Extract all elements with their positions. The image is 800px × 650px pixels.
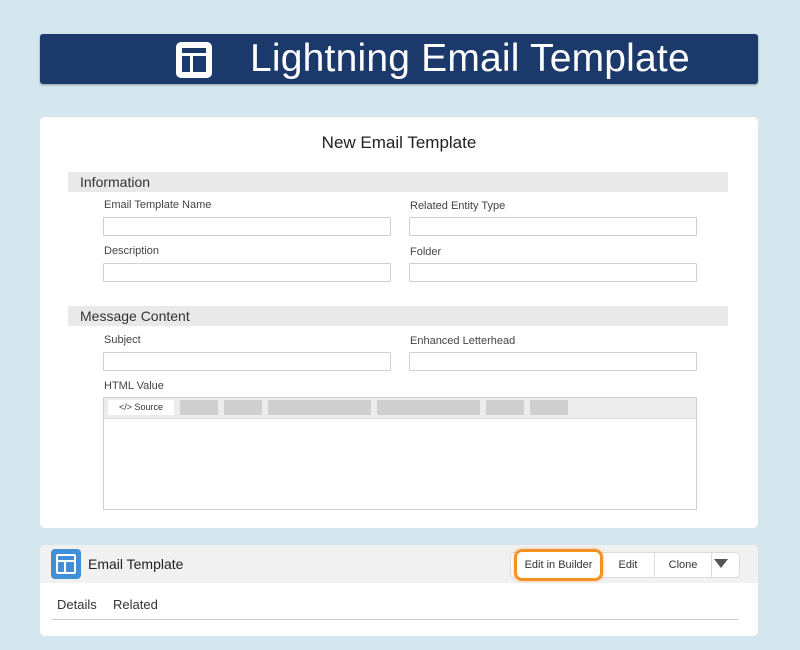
template-layout-icon	[51, 549, 81, 579]
description-label: Description	[104, 245, 160, 257]
email-template-name-label: Email Template Name	[104, 199, 212, 211]
html-value-label: HTML Value	[104, 380, 164, 392]
template-layout-icon	[176, 42, 212, 78]
toolbar-button-placeholder[interactable]	[180, 400, 218, 415]
editor-toolbar: </> Source	[104, 398, 696, 419]
email-template-record: Email Template Edit Clone Edit in Builde…	[40, 545, 758, 636]
subject-input[interactable]	[103, 352, 391, 371]
folder-input[interactable]	[409, 263, 697, 282]
edit-in-builder-button[interactable]: Edit in Builder	[514, 549, 603, 581]
folder-label: Folder	[410, 246, 442, 258]
clone-button[interactable]: Clone	[655, 553, 711, 577]
html-value-editor[interactable]: </> Source	[103, 397, 697, 510]
description-input[interactable]	[103, 263, 391, 282]
banner-title: Lightning Email Template	[250, 37, 690, 80]
edit-in-builder-label: Edit in Builder	[524, 559, 593, 571]
enhanced-letterhead-input[interactable]	[409, 352, 697, 371]
source-button[interactable]: </> Source	[108, 400, 174, 415]
tab-details[interactable]: Details	[57, 597, 97, 613]
chevron-down-icon[interactable]	[714, 559, 728, 568]
toolbar-button-placeholder[interactable]	[377, 400, 480, 415]
record-title: Email Template	[88, 556, 184, 572]
record-header: Email Template Edit Clone Edit in Builde…	[40, 545, 758, 583]
subject-label: Subject	[104, 334, 141, 346]
related-entity-type-input[interactable]	[409, 217, 697, 236]
tab-related[interactable]: Related	[113, 597, 158, 613]
section-header-information: Information	[68, 172, 728, 192]
toolbar-button-placeholder[interactable]	[224, 400, 262, 415]
toolbar-button-placeholder[interactable]	[530, 400, 568, 415]
related-entity-type-label: Related Entity Type	[410, 200, 506, 212]
email-template-name-input[interactable]	[103, 217, 391, 236]
tab-divider	[52, 619, 738, 620]
new-email-template-form: New Email Template Information Email Tem…	[40, 117, 758, 528]
enhanced-letterhead-label: Enhanced Letterhead	[410, 335, 516, 347]
section-header-message-content: Message Content	[68, 306, 728, 326]
edit-button[interactable]: Edit	[602, 553, 654, 577]
toolbar-button-placeholder[interactable]	[486, 400, 524, 415]
form-title: New Email Template	[321, 133, 477, 152]
toolbar-button-placeholder[interactable]	[268, 400, 371, 415]
page-banner: Lightning Email Template	[40, 34, 758, 84]
